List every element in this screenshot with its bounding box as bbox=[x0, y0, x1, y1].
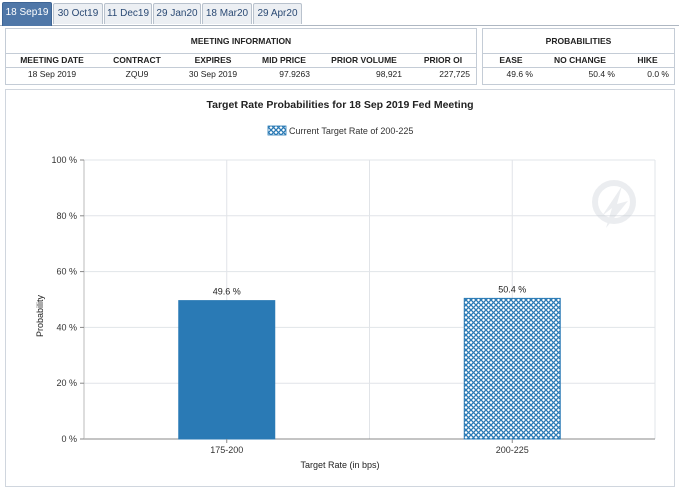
meeting-information-title: MEETING INFORMATION bbox=[6, 29, 476, 54]
value-expires: 30 Sep 2019 bbox=[188, 69, 238, 79]
bar-data-label: 50.4 % bbox=[498, 284, 526, 294]
tab-18-sep19[interactable]: 18 Sep19 bbox=[2, 2, 52, 26]
chart-container: Target Rate Probabilities for 18 Sep 201… bbox=[5, 89, 675, 487]
value-contract: ZQU9 bbox=[125, 69, 149, 79]
y-tick-label: 20 % bbox=[56, 378, 77, 388]
meeting-tabs: 18 Sep19 30 Oct19 11 Dec19 29 Jan20 18 M… bbox=[0, 0, 679, 26]
y-axis-label: Probability bbox=[35, 294, 45, 337]
x-tick-label: 175-200 bbox=[210, 445, 243, 455]
value-ease: 49.6 % bbox=[506, 69, 533, 79]
value-meeting-date: 18 Sep 2019 bbox=[27, 69, 77, 79]
tab-29-apr20[interactable]: 29 Apr20 bbox=[253, 3, 302, 24]
meeting-information-header-row: MEETING DATE CONTRACT EXPIRES MID PRICE … bbox=[6, 54, 476, 68]
x-tick-label: 200-225 bbox=[496, 445, 529, 455]
value-mid-price: 97.9263 bbox=[279, 69, 310, 79]
grid-lines bbox=[83, 159, 656, 440]
tab-11-dec19[interactable]: 11 Dec19 bbox=[104, 3, 152, 24]
y-axis-ticks: 0 % 20 % 40 % 60 % 80 % 100 % bbox=[51, 155, 84, 444]
meeting-information-value-row: 18 Sep 2019 ZQU9 30 Sep 2019 97.9263 98,… bbox=[6, 68, 476, 81]
header-hike: HIKE bbox=[637, 55, 658, 65]
value-prior-volume: 98,921 bbox=[376, 69, 402, 79]
chart-legend[interactable]: Current Target Rate of 200-225 bbox=[267, 125, 413, 136]
value-hike: 0.0 % bbox=[647, 69, 669, 79]
y-tick-label: 60 % bbox=[56, 267, 77, 277]
tab-29-jan20[interactable]: 29 Jan20 bbox=[153, 3, 201, 24]
probabilities-title: PROBABILITIES bbox=[483, 29, 674, 54]
header-prior-oi: PRIOR OI bbox=[423, 55, 463, 65]
bar-data-label: 49.6 % bbox=[213, 287, 241, 297]
y-tick-label: 80 % bbox=[56, 211, 77, 221]
bar-175-200[interactable] bbox=[178, 300, 276, 440]
header-prior-volume: PRIOR VOLUME bbox=[331, 55, 397, 65]
legend-label: Current Target Rate of 200-225 bbox=[289, 126, 413, 136]
watermark-icon bbox=[592, 180, 636, 228]
tab-18-mar20[interactable]: 18 Mar20 bbox=[202, 3, 252, 24]
value-no-change: 50.4 % bbox=[588, 69, 615, 79]
probabilities-panel: PROBABILITIES EASE NO CHANGE HIKE 49.6 %… bbox=[482, 28, 675, 85]
header-ease: EASE bbox=[499, 55, 523, 65]
x-axis-label: Target Rate (in bps) bbox=[300, 460, 379, 470]
tab-30-oct19[interactable]: 30 Oct19 bbox=[53, 3, 103, 24]
x-axis-ticks: 175-200 200-225 bbox=[210, 439, 529, 455]
legend-swatch bbox=[267, 125, 287, 136]
y-tick-label: 100 % bbox=[51, 155, 77, 165]
value-prior-oi: 227,725 bbox=[439, 69, 470, 79]
header-expires: EXPIRES bbox=[194, 55, 232, 65]
bar-200-225[interactable] bbox=[463, 297, 561, 440]
probabilities-value-row: 49.6 % 50.4 % 0.0 % bbox=[483, 68, 674, 81]
y-tick-label: 0 % bbox=[61, 434, 77, 444]
probabilities-header-row: EASE NO CHANGE HIKE bbox=[483, 54, 674, 68]
chart-title: Target Rate Probabilities for 18 Sep 201… bbox=[206, 99, 473, 111]
header-no-change: NO CHANGE bbox=[554, 55, 606, 65]
header-mid-price: MID PRICE bbox=[262, 55, 306, 65]
header-meeting-date: MEETING DATE bbox=[20, 55, 84, 65]
y-tick-label: 40 % bbox=[56, 322, 77, 332]
target-rate-probability-chart: Target Rate Probabilities for 18 Sep 201… bbox=[35, 99, 656, 470]
header-contract: CONTRACT bbox=[113, 55, 161, 65]
meeting-information-panel: MEETING INFORMATION MEETING DATE CONTRAC… bbox=[5, 28, 477, 85]
